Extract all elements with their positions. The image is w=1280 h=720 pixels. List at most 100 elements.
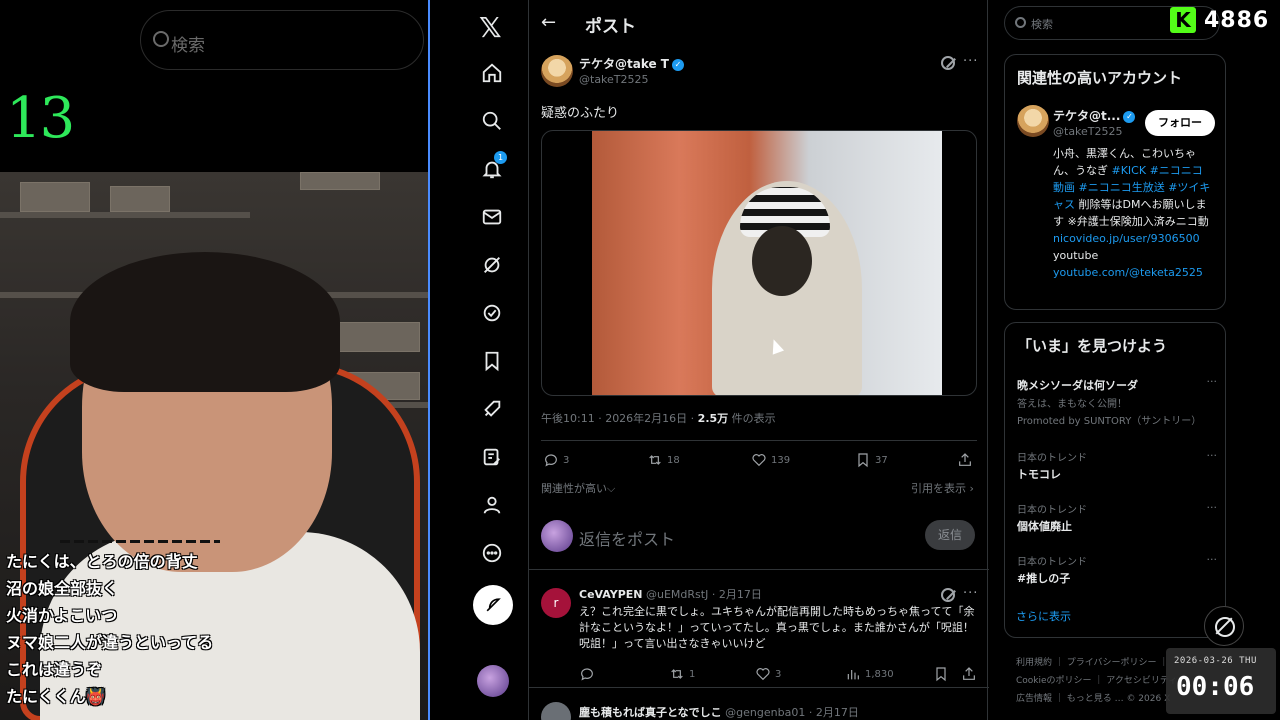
share-action[interactable] [957,452,977,468]
media-mask [752,226,812,296]
reply-meta: @uEMdRstJ · 2月17日 [642,588,762,601]
grok-explain-icon[interactable] [941,56,955,70]
repost-icon [671,669,683,679]
grok-explain-icon[interactable] [941,588,955,602]
account-handle[interactable]: @takeT2525 [1053,125,1123,138]
like-action[interactable]: 139 [751,452,790,468]
post-media[interactable] [541,130,977,396]
bookmarks-icon[interactable] [480,349,504,373]
grok-floating-icon[interactable] [1204,606,1244,646]
reply-input[interactable]: 返信をポスト [579,526,675,550]
bookmark-action[interactable]: 37 [855,452,888,468]
author-name[interactable]: テケタ@take T ✓ [579,55,684,72]
back-arrow-icon[interactable]: ← [541,12,556,33]
notifications-icon[interactable]: 1 [480,151,507,181]
repost-icon [649,455,661,465]
page-title: ポスト [585,17,636,37]
author-avatar[interactable] [541,55,573,87]
bookmark-action[interactable] [933,666,953,682]
account-avatar[interactable] [477,665,509,697]
x-logo-icon[interactable]: 𝕏 [479,11,502,44]
bio-link[interactable]: nicovideo.jp/user/9306500 [1053,230,1213,247]
sort-replies-toggle[interactable]: 関連性が高い⌵ [541,480,615,496]
chat-message: たにくくん👹 [6,687,106,706]
stream-topbar: 検索 [0,0,428,78]
reply-composer: 返信をポスト 返信 [529,506,989,570]
views-action[interactable]: 1,830 [845,666,894,682]
reply-action[interactable] [579,666,599,682]
explore-icon[interactable] [480,109,504,133]
share-action[interactable] [961,666,981,682]
account-name-text: テケタ@t... [1053,109,1121,123]
like-count: 139 [771,454,791,466]
reply-button[interactable]: 返信 [925,520,975,550]
more-options-icon[interactable]: ··· [1207,449,1218,462]
like-action[interactable]: 3 [755,666,781,682]
right-sidebar: 検索 関連性の高いアカウント テケタ@t... ✓ @takeT2525 フォロー… [1004,0,1226,720]
jobs-icon[interactable] [480,397,504,421]
verified-badge-icon: ✓ [672,58,684,71]
reply-author-avatar[interactable] [541,702,571,720]
shelf-box [300,172,380,190]
verified-badge-icon: ✓ [1123,110,1136,123]
reply-author[interactable]: CeVAYPEN @uEMdRstJ · 2月17日 [579,586,762,602]
profile-icon[interactable] [480,493,504,517]
trend-name: 晩メシソーダは何ソーダ [1017,379,1138,392]
more-options-icon[interactable]: ··· [1207,375,1218,388]
repost-action[interactable]: 18 [647,452,680,468]
repost-count: 1 [689,668,696,680]
trends-title: 「いま」を見つけよう [1017,337,1168,355]
trend-category: 日本のトレンド [1017,505,1087,516]
account-name[interactable]: テケタ@t... ✓ [1053,107,1136,124]
view-quotes-link[interactable]: 引用を表示 › [911,480,974,496]
show-more-link[interactable]: さらに表示 [1016,608,1071,624]
chat-divider [60,540,220,543]
author-handle[interactable]: @takeT2525 [579,73,649,86]
bio-text: youtube [1053,249,1099,262]
viewer-count: 4886 [1204,7,1270,33]
notification-badge: 1 [494,151,507,164]
post-column: ← ポスト テケタ@take T ✓ @takeT2525 ··· 疑惑のふたり … [528,0,989,720]
reply-author[interactable]: 塵も積もれば真子となでしこ @gengenba01 · 2月17日 [579,704,859,720]
repost-action[interactable]: 1 [669,666,695,682]
post-views-count: 2.5万 [697,412,729,425]
communities-icon[interactable] [480,445,504,469]
search-icon [153,31,169,47]
reply-action[interactable]: 3 [543,452,569,468]
bio-link[interactable]: youtube.com/@teketa2525 [1053,264,1213,281]
more-options-icon[interactable]: ··· [963,54,978,69]
compose-post-button[interactable] [473,585,513,625]
reply-author-avatar[interactable]: r [541,588,571,618]
trend-item[interactable]: 日本のトレンド トモコレ ··· [1017,449,1217,482]
analytics-icon [847,670,859,680]
shelf-box [20,182,90,212]
reply-item[interactable]: r CeVAYPEN @uEMdRstJ · 2月17日 ··· え？これ完全に… [529,576,989,688]
more-options-icon[interactable]: ··· [1207,553,1218,566]
home-icon[interactable] [480,61,504,85]
grok-icon[interactable] [480,253,504,277]
trend-name: 個体値廃止 [1017,520,1072,533]
trend-item[interactable]: 晩メシソーダは何ソーダ 答えは、まもなく公開！ Promoted by SUNT… [1017,375,1217,427]
reply-author-name: CeVAYPEN [579,588,643,601]
heart-icon [752,454,766,467]
trend-subtitle: 答えは、まもなく公開！ [1017,399,1127,410]
trend-item[interactable]: 日本のトレンド #推しの子 ··· [1017,553,1217,586]
reply-icon [581,668,593,681]
reply-actions: 1 3 1,830 [529,666,989,682]
related-accounts-card: 関連性の高いアカウント テケタ@t... ✓ @takeT2525 フォロー 小舟… [1004,54,1226,310]
clock-widget: 2026-03-26 THU 00:06 [1166,648,1276,714]
person-hair [70,252,340,392]
more-options-icon[interactable]: ··· [1207,501,1218,514]
trend-item[interactable]: 日本のトレンド 個体値廃止 ··· [1017,501,1217,534]
ghost-search-bar: 検索 [140,10,424,70]
account-avatar[interactable] [1017,105,1049,137]
messages-icon[interactable] [480,205,504,229]
more-icon[interactable] [480,541,504,565]
verified-icon[interactable] [480,301,504,325]
heart-icon [756,668,770,681]
more-options-icon[interactable]: ··· [963,586,978,601]
clock-time: 00:06 [1176,672,1255,702]
reply-item[interactable]: 塵も積もれば真子となでしこ @gengenba01 · 2月17日 [529,694,989,720]
follow-button[interactable]: フォロー [1145,110,1215,136]
kick-logo-icon: K [1170,7,1196,33]
